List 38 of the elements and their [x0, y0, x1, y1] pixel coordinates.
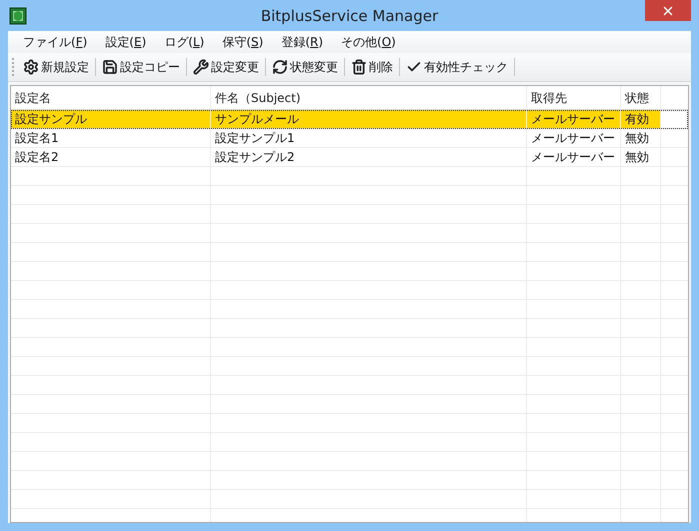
menu-item[interactable]: ログ(L)	[155, 34, 214, 50]
table-cell-text: 無効	[625, 130, 649, 147]
menu-item[interactable]: 登録(R)	[272, 34, 332, 50]
menu-item[interactable]: 保守(S)	[213, 34, 272, 50]
toolbar-button[interactable]: 新規設定	[20, 58, 92, 76]
table-cell-text: 設定サンプル2	[215, 149, 295, 166]
toolbar-button[interactable]: 有効性チェック	[403, 58, 511, 76]
table-cell-text: メールサーバー	[531, 149, 615, 166]
table-cell-text: 設定名1	[15, 130, 59, 147]
toolbar-button[interactable]: 設定変更	[190, 58, 262, 76]
table-cell-text: 設定サンプル1	[215, 130, 295, 147]
menu-item[interactable]: その他(O)	[332, 34, 405, 50]
table-row[interactable]: 設定サンプル サンプルメール メールサーバー 有効	[11, 110, 688, 129]
close-button[interactable]	[645, 0, 691, 21]
table-row[interactable]: 設定名1 設定サンプル1 メールサーバー 無効	[11, 129, 688, 148]
column-header: 件名（Subject)	[215, 90, 301, 106]
menu-item[interactable]: 設定(E)	[96, 34, 156, 50]
column-header: 状態	[625, 90, 649, 106]
trash-icon	[351, 59, 367, 75]
table-cell-text: 設定名2	[15, 149, 59, 166]
table-cell-text: 設定サンプル	[15, 111, 87, 128]
refresh-icon	[272, 59, 288, 75]
table-cell-text: サンプルメール	[215, 111, 299, 128]
column-header: 取得先	[531, 90, 567, 106]
wrench-icon	[193, 59, 209, 75]
toolbar-button[interactable]: 設定コピー	[99, 58, 183, 76]
table-cell-text: メールサーバー	[531, 111, 615, 128]
table-cell-text: 無効	[625, 149, 649, 166]
gear-icon	[23, 59, 39, 75]
table-cell-text: 有効	[625, 111, 649, 128]
menu-item[interactable]: ファイル(F)	[14, 34, 96, 50]
table-row[interactable]: 設定名2 設定サンプル2 メールサーバー 無効	[11, 148, 688, 167]
toolbar-button[interactable]: 削除	[348, 58, 396, 76]
column-header: 設定名	[15, 90, 51, 106]
table-cell-text: メールサーバー	[531, 130, 615, 147]
app-icon	[9, 6, 27, 24]
window-title: BitplusService Manager	[260, 6, 438, 24]
toolbar-button[interactable]: 状態変更	[269, 58, 341, 76]
